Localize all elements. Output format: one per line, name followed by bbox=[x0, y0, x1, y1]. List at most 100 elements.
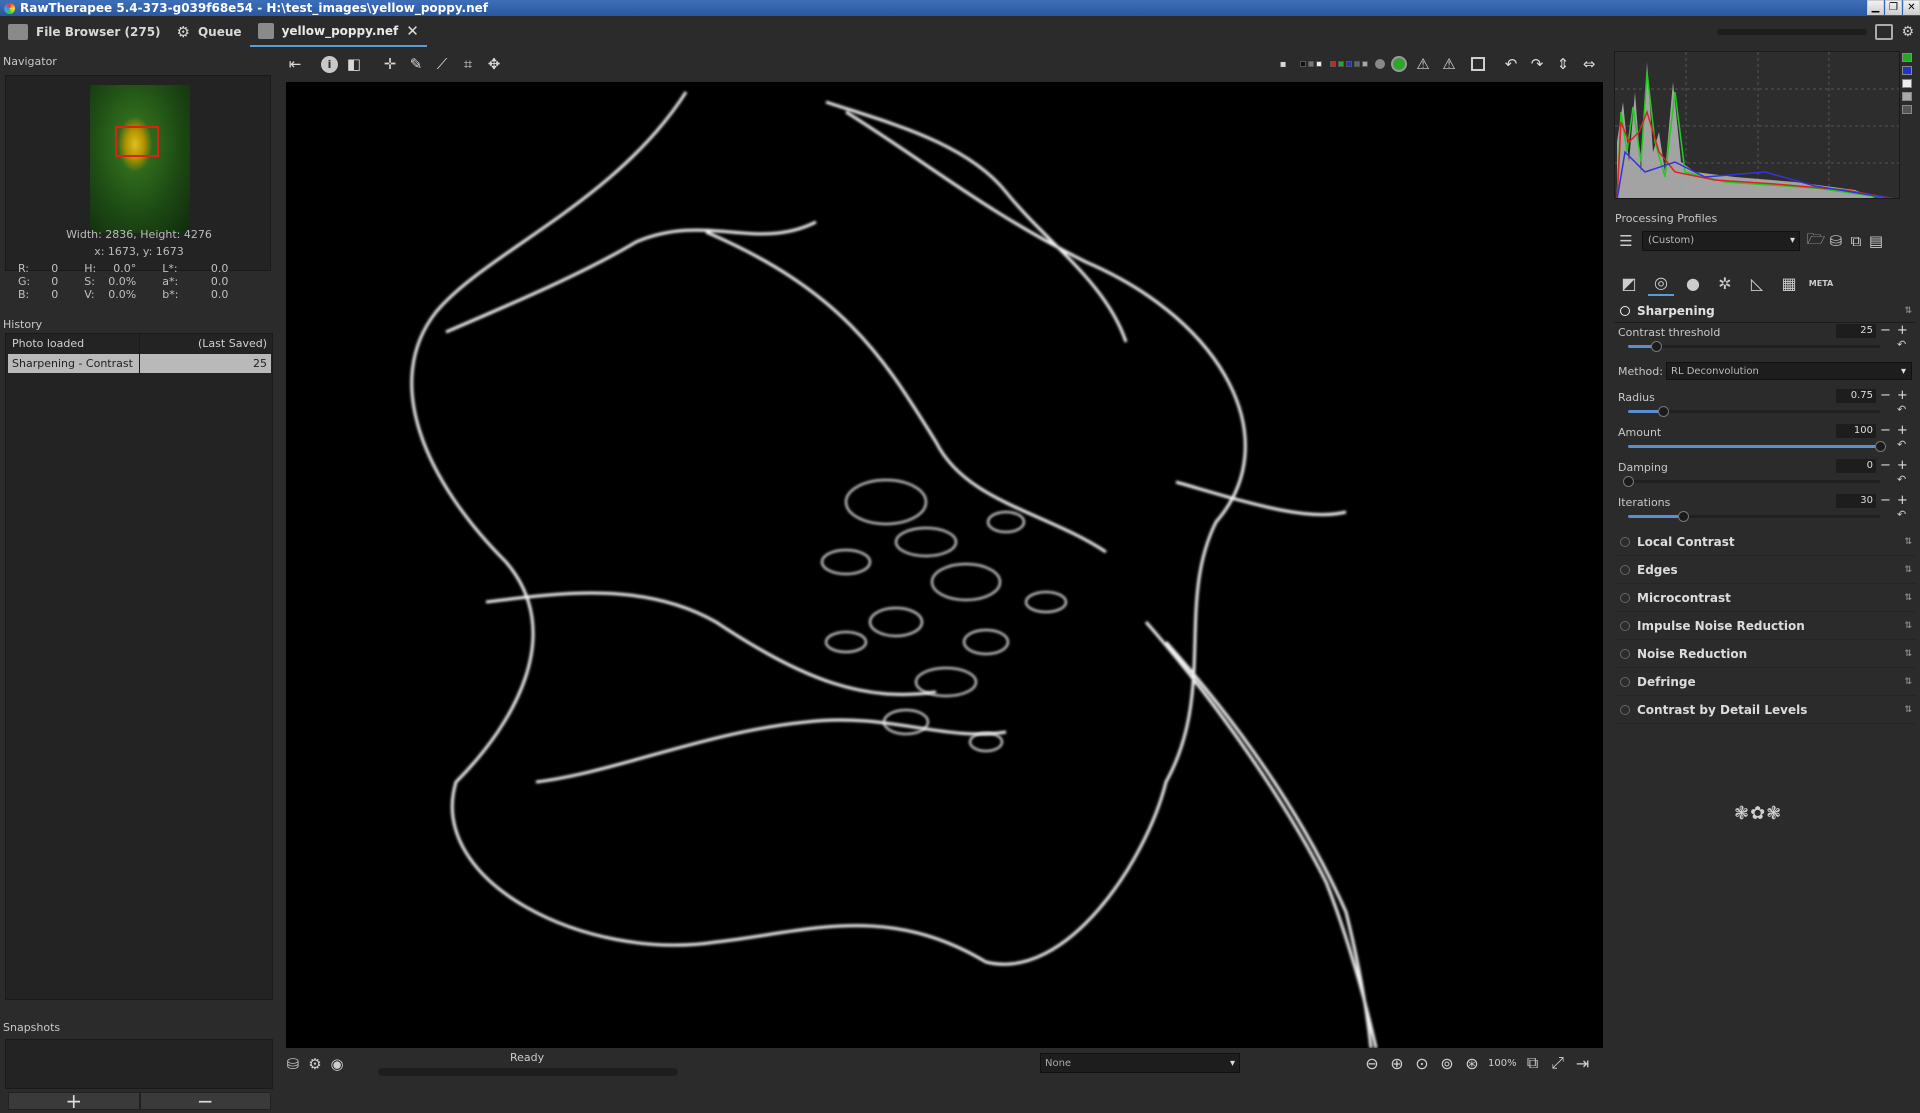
param-slider[interactable] bbox=[1628, 341, 1880, 352]
slider-knob[interactable] bbox=[1623, 476, 1634, 487]
straighten-tool-icon[interactable]: ⟋ bbox=[432, 54, 452, 74]
histogram[interactable] bbox=[1614, 51, 1900, 199]
tab-editor[interactable]: yellow_poppy.nef ✕ bbox=[249, 16, 427, 47]
zoom-fill-icon[interactable]: ⊚ bbox=[1435, 1052, 1459, 1074]
param-value-input[interactable]: 0.75 bbox=[1836, 389, 1876, 403]
histogram-blue-toggle[interactable] bbox=[1902, 66, 1912, 75]
tab-file-browser[interactable]: File Browser (275) bbox=[0, 16, 169, 47]
param-value-input[interactable]: 25 bbox=[1836, 324, 1876, 338]
copy-profile-icon[interactable]: ⧉ bbox=[1846, 231, 1866, 251]
queue-image-icon[interactable]: ⚙ bbox=[304, 1054, 326, 1074]
power-icon[interactable] bbox=[1620, 620, 1630, 631]
power-icon[interactable] bbox=[1620, 305, 1630, 316]
channel-swatches[interactable] bbox=[1330, 61, 1368, 67]
zoom-fit-icon[interactable]: ⊙ bbox=[1410, 1052, 1434, 1074]
fullscreen-icon[interactable]: ⤢ bbox=[1546, 1052, 1570, 1074]
details-tab-icon[interactable]: ◎ bbox=[1648, 270, 1674, 296]
shadow-clipping-warning-icon[interactable]: ⚠ bbox=[1413, 54, 1433, 74]
transform-tab-icon[interactable]: ◺ bbox=[1744, 270, 1770, 296]
param-slider[interactable] bbox=[1628, 441, 1886, 452]
add-snapshot-button[interactable]: + bbox=[8, 1089, 140, 1113]
tool-local-contrast[interactable]: Local Contrast ⇅ bbox=[1614, 528, 1916, 556]
reset-icon[interactable]: ↶ bbox=[1897, 473, 1906, 486]
histogram-green-toggle[interactable] bbox=[1902, 53, 1912, 62]
zoom-100-icon[interactable]: ⊛ bbox=[1460, 1052, 1484, 1074]
flip-horizontal-icon[interactable]: ⇔ bbox=[1579, 54, 1599, 74]
focus-mask-icon[interactable] bbox=[1375, 59, 1385, 69]
slider-knob[interactable] bbox=[1650, 341, 1662, 352]
param-slider[interactable] bbox=[1623, 476, 1880, 487]
history-item-selected[interactable]: Sharpening - Contrast t... 25 bbox=[8, 354, 271, 389]
param-stepper[interactable]: −+ bbox=[1880, 388, 1914, 403]
zoom-out-icon[interactable]: ⊖ bbox=[1360, 1052, 1384, 1074]
navigator-viewport-box[interactable] bbox=[115, 126, 159, 157]
color-tab-icon[interactable]: ● bbox=[1680, 270, 1706, 296]
power-icon[interactable] bbox=[1620, 704, 1630, 715]
paste-profile-icon[interactable]: ▤ bbox=[1866, 231, 1886, 251]
sharpening-mask-icon[interactable] bbox=[1391, 56, 1407, 72]
profile-select[interactable]: (Custom) bbox=[1642, 231, 1800, 251]
param-stepper[interactable]: −+ bbox=[1880, 493, 1914, 508]
save-image-icon[interactable]: ⛁ bbox=[282, 1054, 304, 1074]
raw-tab-icon[interactable]: ▦ bbox=[1776, 270, 1802, 296]
background-color-icon[interactable]: ▪ bbox=[1273, 54, 1293, 74]
reset-icon[interactable]: ↶ bbox=[1897, 403, 1906, 416]
param-slider[interactable] bbox=[1628, 511, 1880, 522]
reset-icon[interactable]: ↶ bbox=[1897, 508, 1906, 521]
hide-right-panel-icon[interactable]: ⇥ bbox=[1571, 1052, 1595, 1074]
param-value-input[interactable]: 30 bbox=[1836, 494, 1876, 508]
hide-left-panel-icon[interactable]: ⇤ bbox=[285, 54, 305, 74]
spot-removal-icon[interactable]: ✥ bbox=[484, 54, 504, 74]
hand-tool-icon[interactable]: ✛ bbox=[380, 54, 400, 74]
background-swatches[interactable] bbox=[1300, 61, 1322, 67]
slider-knob[interactable] bbox=[1875, 441, 1886, 452]
profile-list-icon[interactable]: ☰ bbox=[1616, 231, 1636, 251]
method-select[interactable]: RL Deconvolution bbox=[1666, 362, 1912, 380]
history-item[interactable]: Photo loaded (Last Saved) bbox=[8, 334, 271, 353]
save-profile-icon[interactable]: ⛁ bbox=[1826, 231, 1846, 251]
zoom-in-icon[interactable]: ⊕ bbox=[1385, 1052, 1409, 1074]
power-icon[interactable] bbox=[1620, 676, 1630, 687]
image-preview-canvas[interactable] bbox=[286, 82, 1603, 1048]
preferences-icon[interactable]: ⚙ bbox=[1901, 24, 1914, 40]
rotate-right-icon[interactable]: ↷ bbox=[1527, 54, 1547, 74]
param-stepper[interactable]: −+ bbox=[1880, 423, 1914, 438]
minimize-button[interactable]: ▁ bbox=[1867, 0, 1884, 15]
maximize-button[interactable]: ❐ bbox=[1885, 0, 1902, 15]
sharpening-header[interactable]: Sharpening ⇅ bbox=[1614, 299, 1916, 323]
panel-layout-icon[interactable] bbox=[1875, 23, 1894, 40]
preview-profile-select[interactable]: None bbox=[1040, 1053, 1240, 1073]
tab-queue[interactable]: ⚙ Queue bbox=[169, 16, 250, 47]
advanced-tab-icon[interactable]: ✲ bbox=[1712, 270, 1738, 296]
tool-microcontrast[interactable]: Microcontrast ⇅ bbox=[1614, 584, 1916, 612]
exposure-tab-icon[interactable]: ◩ bbox=[1616, 270, 1642, 296]
open-profile-icon[interactable]: 🗁 bbox=[1806, 230, 1826, 251]
param-stepper[interactable]: −+ bbox=[1880, 323, 1914, 338]
histogram-raw-toggle[interactable] bbox=[1902, 105, 1912, 114]
remove-snapshot-button[interactable]: − bbox=[139, 1089, 271, 1113]
histogram-luminance-toggle[interactable] bbox=[1902, 79, 1912, 88]
before-after-icon[interactable]: ◧ bbox=[344, 54, 364, 74]
power-icon[interactable] bbox=[1620, 648, 1630, 659]
tool-contrast-by-detail-levels[interactable]: Contrast by Detail Levels ⇅ bbox=[1614, 696, 1916, 724]
rotate-left-icon[interactable]: ↶ bbox=[1501, 54, 1521, 74]
flip-vertical-icon[interactable]: ⇕ bbox=[1553, 54, 1573, 74]
power-icon[interactable] bbox=[1620, 592, 1630, 603]
new-detail-window-icon[interactable]: ⧉ bbox=[1521, 1052, 1545, 1074]
histogram-toggle-icon[interactable] bbox=[1471, 57, 1485, 71]
param-value-input[interactable]: 100 bbox=[1836, 424, 1876, 438]
tool-impulse-noise-reduction[interactable]: Impulse Noise Reduction ⇅ bbox=[1614, 612, 1916, 640]
tool-noise-reduction[interactable]: Noise Reduction ⇅ bbox=[1614, 640, 1916, 668]
tool-edges[interactable]: Edges ⇅ bbox=[1614, 556, 1916, 584]
param-value-input[interactable]: 0 bbox=[1836, 459, 1876, 473]
highlight-clipping-warning-icon[interactable]: ⚠ bbox=[1439, 54, 1459, 74]
histogram-chroma-toggle[interactable] bbox=[1902, 92, 1912, 101]
tool-defringe[interactable]: Defringe ⇅ bbox=[1614, 668, 1916, 696]
close-window-button[interactable]: ✕ bbox=[1903, 0, 1920, 15]
power-icon[interactable] bbox=[1620, 536, 1630, 547]
reset-icon[interactable]: ↶ bbox=[1897, 338, 1906, 351]
info-icon[interactable]: i bbox=[321, 55, 338, 73]
send-to-editor-icon[interactable]: ◉ bbox=[326, 1054, 348, 1074]
reset-icon[interactable]: ↶ bbox=[1897, 438, 1906, 451]
metadata-tab-icon[interactable]: META bbox=[1808, 270, 1834, 296]
